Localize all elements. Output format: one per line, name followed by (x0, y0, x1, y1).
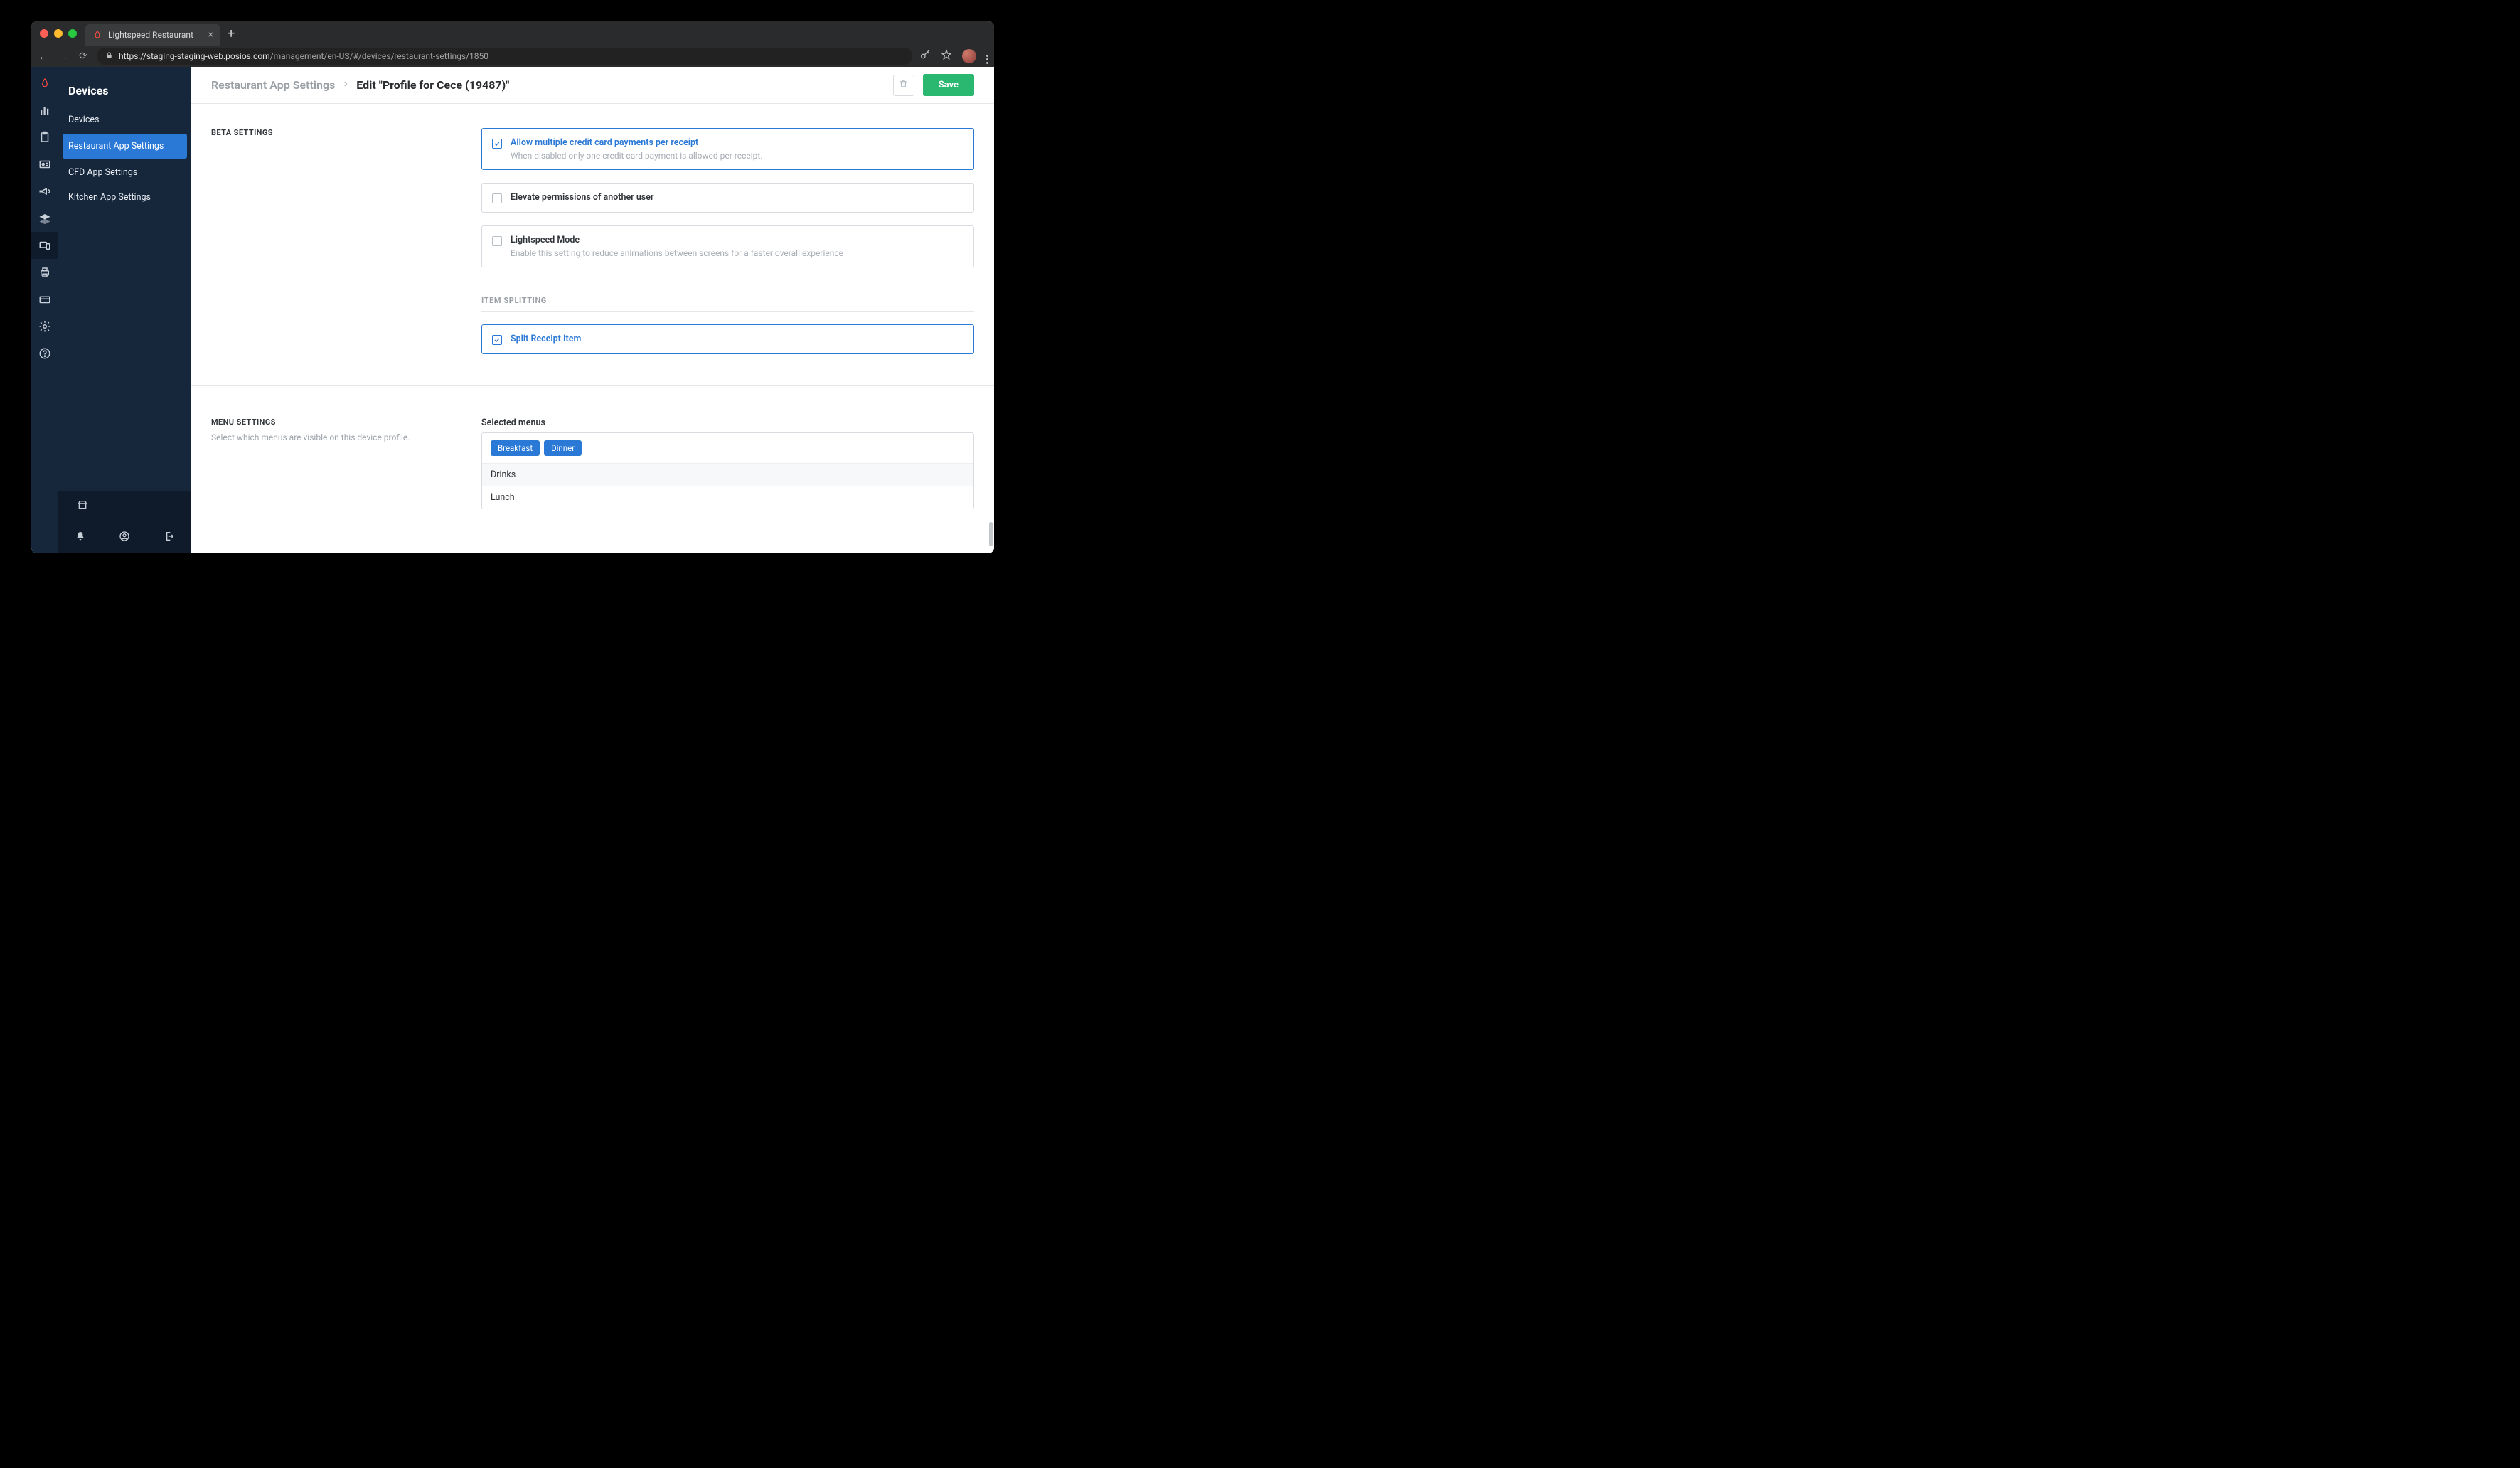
checkbox-checked-icon[interactable] (492, 335, 502, 345)
scrollbar-thumb[interactable] (989, 522, 993, 546)
nav-forward-icon: → (57, 50, 70, 63)
selected-menus-label: Selected menus (481, 417, 974, 428)
nav-megaphone-icon[interactable] (31, 178, 58, 205)
item-splitting-heading: ITEM SPLITTING (481, 296, 974, 312)
nav-card-icon[interactable] (31, 286, 58, 313)
sidebar-item-restaurant-app-settings[interactable]: Restaurant App Settings (63, 134, 187, 159)
menu-tag-dinner[interactable]: Dinner (544, 440, 582, 456)
option-subtitle: Enable this setting to reduce animations… (511, 248, 843, 258)
url-host: https://staging-staging-web.posios.com (119, 51, 270, 61)
save-button[interactable]: Save (923, 74, 974, 96)
key-icon[interactable] (919, 49, 931, 63)
breadcrumb-current: Edit "Profile for Cece (19487)" (356, 78, 509, 92)
selected-menus-tags: Breakfast Dinner (482, 433, 973, 464)
breadcrumb-parent[interactable]: Restaurant App Settings (211, 78, 335, 92)
checkbox-unchecked-icon[interactable] (492, 236, 502, 246)
url-path: /management/en-US/#/devices/restaurant-s… (270, 51, 488, 61)
user-circle-icon[interactable] (119, 531, 130, 545)
beta-option-elevate-permissions[interactable]: Elevate permissions of another user (481, 183, 974, 213)
beta-settings-heading: BETA SETTINGS (211, 128, 474, 137)
secondary-nav: Devices Devices Restaurant App Settings … (58, 67, 191, 553)
nav-clipboard-icon[interactable] (31, 124, 58, 151)
split-receipt-item-option[interactable]: Split Receipt Item (481, 324, 974, 354)
tab-title: Lightspeed Restaurant (108, 30, 203, 40)
checkbox-checked-icon[interactable] (492, 139, 502, 149)
browser-titlebar: Lightspeed Restaurant × + (31, 21, 994, 46)
menu-settings-heading: MENU SETTINGS (211, 417, 474, 427)
nav-analytics-icon[interactable] (31, 97, 58, 124)
nav-printer-icon[interactable] (31, 259, 58, 286)
kebab-menu-icon[interactable] (986, 49, 988, 64)
nav-back-icon[interactable]: ← (37, 50, 50, 63)
nav-layers-icon[interactable] (31, 205, 58, 232)
window-minimize-button[interactable] (54, 29, 63, 38)
sidebar-item-devices[interactable]: Devices (58, 107, 191, 132)
secondary-nav-title: Devices (58, 71, 191, 107)
logout-icon[interactable] (164, 531, 175, 545)
main-content: Restaurant App Settings Edit "Profile fo… (191, 67, 994, 553)
window-maximize-button[interactable] (68, 29, 77, 38)
beta-option-lightspeed-mode[interactable]: Lightspeed Mode Enable this setting to r… (481, 225, 974, 267)
flame-icon (92, 30, 102, 40)
chevron-right-icon (342, 80, 349, 90)
selected-menus-panel: Breakfast Dinner Drinks Lunch (481, 432, 974, 509)
bell-icon[interactable] (75, 531, 86, 545)
icon-rail (31, 67, 58, 553)
menu-row-lunch[interactable]: Lunch (482, 486, 973, 509)
lock-icon (105, 51, 113, 61)
browser-tab[interactable]: Lightspeed Restaurant × (85, 24, 220, 46)
option-subtitle: When disabled only one credit card payme… (511, 151, 763, 161)
nav-devices-icon[interactable] (31, 232, 58, 259)
store-icon[interactable] (77, 499, 88, 514)
delete-button[interactable] (893, 75, 914, 96)
traffic-lights (40, 29, 77, 38)
option-title: Allow multiple credit card payments per … (511, 137, 763, 148)
browser-addressbar: ← → ⟳ https://staging-staging-web.posios… (31, 46, 994, 67)
url-field[interactable]: https://staging-staging-web.posios.com/m… (97, 48, 912, 65)
nav-help-icon[interactable] (31, 340, 58, 367)
nav-gear-icon[interactable] (31, 313, 58, 340)
menu-settings-description: Select which menus are visible on this d… (211, 432, 474, 442)
menu-tag-breakfast[interactable]: Breakfast (491, 440, 540, 456)
nav-reload-icon[interactable]: ⟳ (77, 50, 90, 62)
window-close-button[interactable] (40, 29, 48, 38)
option-title: Lightspeed Mode (511, 235, 843, 245)
new-tab-button[interactable]: + (228, 26, 235, 41)
profile-avatar[interactable] (962, 49, 976, 63)
sidebar-item-cfd-app-settings[interactable]: CFD App Settings (58, 160, 191, 185)
option-title: Split Receipt Item (511, 334, 581, 344)
trash-icon (899, 79, 908, 91)
tab-close-icon[interactable]: × (208, 30, 213, 40)
brand-logo-icon[interactable] (31, 70, 58, 97)
star-icon[interactable] (941, 49, 952, 63)
page-header: Restaurant App Settings Edit "Profile fo… (191, 67, 994, 104)
menu-row-drinks[interactable]: Drinks (482, 464, 973, 486)
option-title: Elevate permissions of another user (511, 192, 653, 203)
nav-id-card-icon[interactable] (31, 151, 58, 178)
beta-option-allow-multiple-cc[interactable]: Allow multiple credit card payments per … (481, 128, 974, 170)
checkbox-unchecked-icon[interactable] (492, 193, 502, 203)
nav-bottom-bar (58, 491, 191, 553)
sidebar-item-kitchen-app-settings[interactable]: Kitchen App Settings (58, 185, 191, 210)
